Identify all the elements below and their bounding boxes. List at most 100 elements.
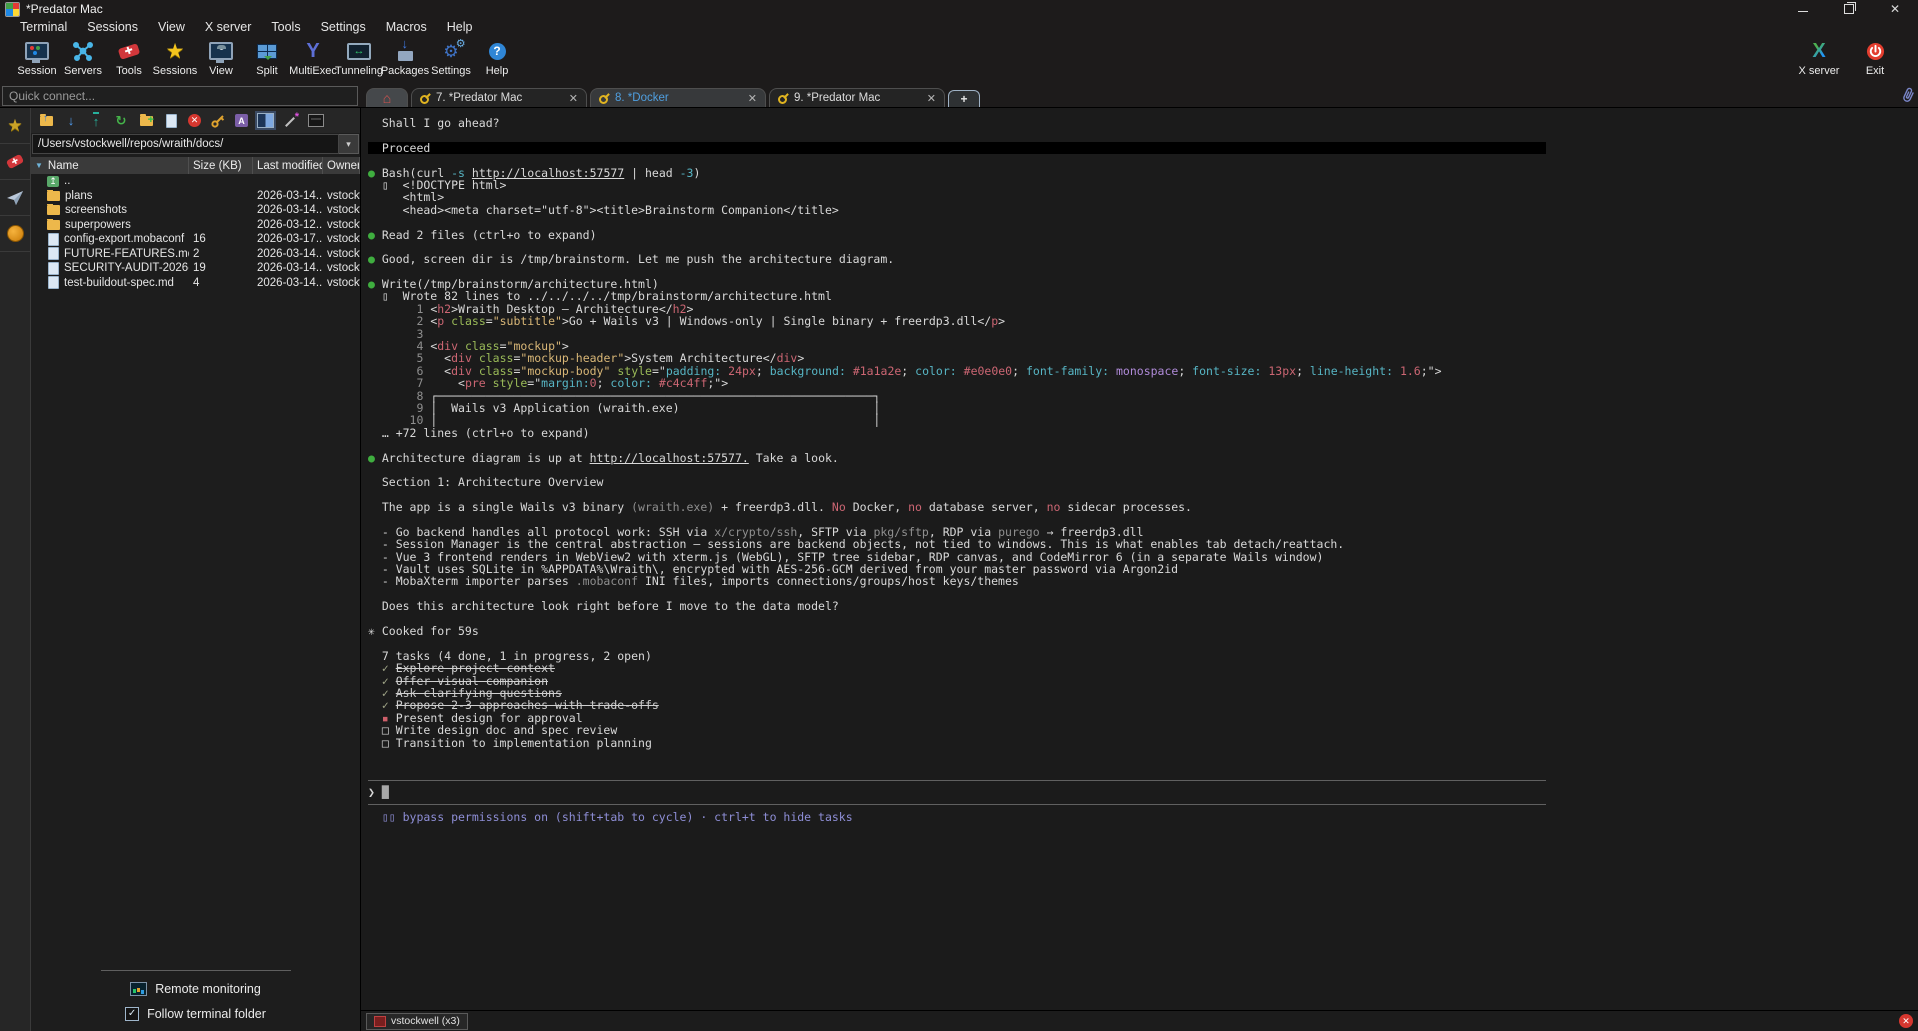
upload-icon[interactable] [88, 113, 104, 129]
download-icon[interactable] [63, 113, 79, 129]
toolbar-servers-button[interactable]: Servers [60, 38, 106, 77]
toolbar-session-button[interactable]: Session [14, 38, 60, 77]
close-button[interactable]: ✕ [1885, 1, 1905, 17]
toolbar-split-button[interactable]: Split [244, 38, 290, 77]
go-parent-folder-icon[interactable] [38, 113, 54, 129]
follow-terminal-folder-item[interactable]: Follow terminal folder [125, 1007, 266, 1021]
toolbar-exit-button[interactable]: Exit [1852, 38, 1898, 77]
paperclip-icon[interactable] [1902, 86, 1915, 109]
menu-terminal[interactable]: Terminal [10, 20, 77, 34]
tab-9-predator-mac[interactable]: 9. *Predator Mac ✕ [769, 88, 945, 107]
terminal-row: ● Architecture diagram is up at http://l… [368, 452, 1918, 464]
file-row[interactable]: screenshots2026-03-14...vstockw... [31, 203, 360, 218]
tab-8-docker[interactable]: 8. *Docker ✕ [590, 88, 766, 107]
open-shell-icon[interactable] [308, 114, 324, 127]
terminal-screen[interactable]: Shall I go ahead? Proceed● Bash(curl -s … [361, 108, 1918, 1010]
remote-monitoring-item[interactable]: Remote monitoring [130, 982, 261, 996]
file-col-name[interactable]: ▼ Name [31, 157, 189, 174]
menu-sessions[interactable]: Sessions [77, 20, 148, 34]
file-row[interactable]: config-export.mobaconf162026-03-17...vst… [31, 232, 360, 247]
new-file-icon[interactable] [163, 113, 179, 129]
main-toolbar: Session Servers ✚ Tools ★ Sessions View … [0, 36, 1918, 84]
app-logo-icon [5, 2, 20, 17]
tab-close-icon[interactable]: ✕ [748, 92, 757, 105]
help-icon [489, 38, 506, 64]
toolbar-sessions-button[interactable]: ★ Sessions [152, 38, 198, 77]
tab-bar: ⌂ 7. *Predator Mac ✕ 8. *Docker ✕ 9. *Pr… [361, 84, 980, 107]
toolbar-settings-button[interactable]: ⚙ Settings [428, 38, 474, 77]
file-row[interactable]: superpowers2026-03-12...vstockw... [31, 218, 360, 233]
menu-settings[interactable]: Settings [311, 20, 376, 34]
menu-help[interactable]: Help [437, 20, 483, 34]
folder-icon [47, 205, 60, 215]
restore-button[interactable] [1839, 1, 1859, 17]
terminal-column: Shall I go ahead? Proceed● Bash(curl -s … [361, 108, 1918, 1031]
terminal-row: Does this architecture look right before… [368, 600, 1918, 612]
file-row[interactable]: SECURITY-AUDIT-2026-03-1...192026-03-14.… [31, 261, 360, 276]
file-icon [48, 233, 59, 246]
terminal-row [368, 129, 1918, 141]
terminal-row: 10 │ │ [368, 414, 1918, 426]
session-user-tab[interactable]: vstockwell (x3) [366, 1013, 468, 1030]
strip-sessions-tab[interactable]: ★ [0, 108, 30, 144]
new-tab-button[interactable]: + [948, 90, 980, 107]
terminal-row[interactable]: Proceed [368, 142, 1546, 154]
terminal-row: Section 1: Architecture Overview [368, 476, 1918, 488]
tab-home[interactable]: ⌂ [366, 88, 408, 107]
sessions-star-icon: ★ [166, 38, 185, 64]
menu-macros[interactable]: Macros [376, 20, 437, 34]
menu-bar: Terminal Sessions View X server Tools Se… [0, 18, 1918, 36]
tab-close-icon[interactable]: ✕ [927, 92, 936, 105]
strip-network-tab[interactable] [0, 216, 30, 252]
delete-icon[interactable] [188, 114, 201, 127]
split-view-icon[interactable] [257, 113, 274, 128]
toolbar-packages-button[interactable]: Packages [382, 38, 428, 77]
permissions-key-icon[interactable] [210, 113, 226, 129]
path-dropdown-button[interactable]: ▾ [339, 134, 359, 154]
path-input[interactable]: /Users/vstockwell/repos/wraith/docs/ [32, 134, 339, 154]
key-icon [778, 93, 789, 104]
toolbar-view-button[interactable]: View [198, 38, 244, 77]
refresh-icon[interactable] [113, 113, 129, 129]
new-folder-icon[interactable] [138, 113, 154, 129]
toolbar-tunneling-button[interactable]: ↔ Tunneling [336, 38, 382, 77]
terminal-link[interactable]: http://localhost:57577. [590, 451, 749, 465]
magic-wand-icon[interactable] [283, 113, 299, 129]
toolbar-xserver-button[interactable]: X server [1796, 38, 1842, 77]
file-row[interactable]: ↥.. [31, 174, 360, 189]
file-col-size[interactable]: Size (KB) [189, 157, 253, 174]
file-col-modified[interactable]: Last modified [253, 157, 323, 174]
terminal-row [368, 761, 1918, 773]
encoding-icon[interactable] [235, 114, 248, 127]
terminal-row: ✓ Offer visual companion [368, 675, 1918, 687]
parent-dir-icon: ↥ [47, 176, 59, 187]
toolbar-multiexec-button[interactable]: Y MultiExec [290, 38, 336, 77]
tab-close-icon[interactable]: ✕ [569, 92, 578, 105]
xserver-icon [1812, 38, 1825, 64]
tab-7-predator-mac[interactable]: 7. *Predator Mac ✕ [411, 88, 587, 107]
file-col-owner[interactable]: Owner [323, 157, 360, 174]
minimize-button[interactable] [1793, 1, 1813, 17]
view-icon [209, 38, 233, 64]
toolbar-help-button[interactable]: Help [474, 38, 520, 77]
folder-icon [47, 191, 60, 201]
packages-icon [398, 38, 413, 64]
network-globe-icon [7, 225, 24, 242]
menu-view[interactable]: View [148, 20, 195, 34]
toolbar-tools-button[interactable]: ✚ Tools [106, 38, 152, 77]
file-row[interactable]: plans2026-03-14...vstockw... [31, 189, 360, 204]
file-row[interactable]: test-buildout-spec.md42026-03-14...vstoc… [31, 276, 360, 291]
follow-terminal-folder-checkbox[interactable] [125, 1007, 139, 1021]
strip-tools-tab[interactable]: ✚ [0, 144, 30, 180]
path-bar: /Users/vstockwell/repos/wraith/docs/ ▾ [32, 134, 359, 154]
sidebar-bottom: Remote monitoring Follow terminal folder [31, 970, 360, 1031]
terminal-row: ▯ <!DOCTYPE html> [368, 179, 1918, 191]
file-row[interactable]: FUTURE-FEATURES.md22026-03-14...vstockw.… [31, 247, 360, 262]
folder-icon [47, 220, 60, 230]
terminal-row [368, 613, 1918, 625]
strip-macros-tab[interactable] [0, 180, 30, 216]
terminal-row: Shall I go ahead? [368, 117, 1918, 129]
menu-xserver[interactable]: X server [195, 20, 262, 34]
quick-connect-input[interactable] [2, 86, 358, 106]
menu-tools[interactable]: Tools [261, 20, 310, 34]
